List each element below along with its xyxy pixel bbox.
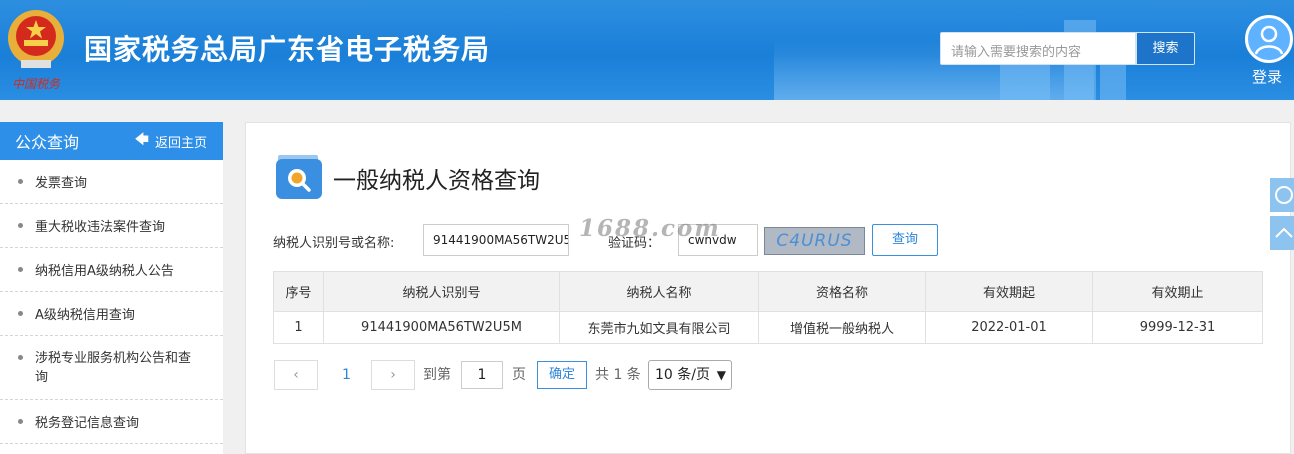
sidebar: 公众查询 🡄 返回主页 发票查询 重大税收违法案件查询 纳税信用A级纳税人公告 … (0, 122, 223, 454)
sidebar-item-label: 纳税信用A级纳税人公告 (35, 264, 174, 279)
sidebar-item-a-credit-query[interactable]: A级纳税信用查询 (0, 292, 223, 336)
next-page-button[interactable]: › (371, 360, 415, 390)
sidebar-item-major-violation-query[interactable]: 重大税收违法案件查询 (0, 204, 223, 248)
sidebar-item-label: 重大税收违法案件查询 (35, 220, 166, 235)
column-header: 有效期起 (925, 271, 1093, 312)
page-unit-label: 页 (512, 367, 526, 383)
search-document-icon (276, 155, 322, 199)
results-table: 序号 纳税人识别号 纳税人名称 资格名称 有效期起 有效期止 1 9144190… (273, 271, 1263, 344)
sidebar-item-a-credit-notice[interactable]: 纳税信用A级纳税人公告 (0, 248, 223, 292)
captcha-image[interactable]: C4URUS (764, 227, 865, 255)
chevron-right-icon: › (390, 367, 396, 383)
prev-page-button[interactable]: ‹ (274, 360, 318, 390)
page-number-current[interactable]: 1 (342, 360, 351, 390)
bullet-icon (18, 355, 23, 360)
chat-float-button[interactable] (1270, 178, 1294, 212)
back-home-link[interactable]: 🡄 返回主页 (135, 122, 207, 160)
bullet-icon (18, 223, 23, 228)
sidebar-header: 公众查询 🡄 返回主页 (0, 122, 223, 160)
sidebar-item-registration-query[interactable]: 税务登记信息查询 (0, 400, 223, 444)
main-panel: 一般纳税人资格查询 纳税人识别号或名称: 91441900MA56TW2U5 验… (245, 122, 1291, 454)
sidebar-item-label: 发票查询 (35, 176, 88, 191)
search-input[interactable]: 请输入需要搜索的内容 (940, 32, 1136, 65)
column-header: 有效期止 (1092, 271, 1263, 312)
back-arrow-icon: 🡄 (134, 132, 149, 148)
sidebar-item-invoice-query[interactable]: 发票查询 (0, 160, 223, 204)
total-count: 共 1 条 (595, 367, 641, 383)
chevron-left-icon: ‹ (293, 367, 299, 383)
table-cell: 91441900MA56TW2U5M (323, 311, 560, 344)
table-cell: 2022-01-01 (925, 311, 1093, 344)
page-size-select[interactable]: 10 条/页 ▼ (648, 360, 732, 390)
bullet-icon (18, 311, 23, 316)
sidebar-item-label: 涉税专业服务机构公告和查询 (35, 350, 192, 385)
back-home-label: 返回主页 (154, 135, 207, 151)
bullet-icon (18, 267, 23, 272)
table-cell: 东莞市九如文具有限公司 (559, 311, 759, 344)
bullet-icon (18, 419, 23, 424)
column-header: 序号 (273, 271, 324, 312)
table-header-row: 序号 纳税人识别号 纳税人名称 资格名称 有效期起 有效期止 (273, 271, 1263, 312)
taxpayer-id-input[interactable]: 91441900MA56TW2U5 (423, 224, 569, 256)
bullet-icon (18, 179, 23, 184)
emblem-caption: 中国税务 (12, 77, 61, 91)
column-header: 资格名称 (758, 271, 926, 312)
goto-confirm-button[interactable]: 确定 (537, 361, 587, 389)
back-to-top-button[interactable] (1270, 216, 1294, 250)
goto-label: 到第 (423, 367, 451, 383)
sidebar-title: 公众查询 (15, 133, 80, 152)
table-cell: 1 (273, 311, 324, 344)
header-banner: 中国税务 国家税务总局广东省电子税务局 请输入需要搜索的内容 搜索 登录 (0, 0, 1294, 100)
page-title: 一般纳税人资格查询 (333, 168, 540, 194)
sidebar-item-label: 税务登记信息查询 (35, 416, 140, 431)
chevron-up-icon (1275, 227, 1293, 238)
table-row: 1 91441900MA56TW2U5M 东莞市九如文具有限公司 增值税一般纳税… (273, 311, 1263, 344)
chat-icon (1275, 186, 1293, 204)
site-title: 国家税务总局广东省电子税务局 (84, 33, 491, 66)
column-header: 纳税人名称 (559, 271, 759, 312)
sidebar-item-tax-agency-query[interactable]: 涉税专业服务机构公告和查询 (0, 336, 223, 400)
column-header: 纳税人识别号 (323, 271, 560, 312)
tax-emblem-logo: 中国税务 (8, 10, 64, 91)
search-button[interactable]: 搜索 (1136, 32, 1195, 65)
watermark-text: 1688.com (579, 215, 721, 242)
table-cell: 增值税一般纳税人 (758, 311, 926, 344)
login-link[interactable]: 登录 (1252, 66, 1282, 87)
chevron-down-icon: ▼ (716, 368, 726, 382)
page-size-value: 10 条/页 (655, 367, 710, 383)
user-avatar-icon[interactable] (1245, 15, 1293, 63)
goto-page-input[interactable]: 1 (461, 361, 503, 389)
taxpayer-id-label: 纳税人识别号或名称: (273, 236, 395, 251)
table-cell: 9999-12-31 (1092, 311, 1263, 344)
query-button[interactable]: 查询 (872, 224, 938, 256)
sidebar-item-label: A级纳税信用查询 (35, 308, 135, 323)
